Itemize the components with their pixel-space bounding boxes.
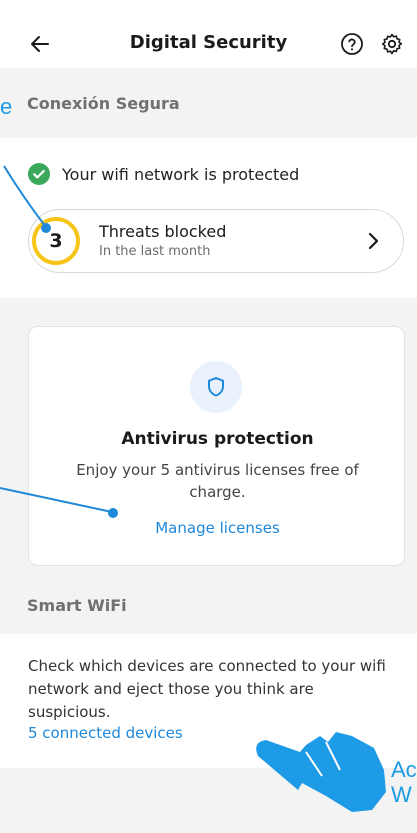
callout-text-top: e <box>0 94 13 119</box>
bottom-area <box>0 768 417 833</box>
antivirus-title: Antivirus protection <box>121 429 314 449</box>
threats-blocked-card[interactable]: 3 Threats blocked In the last month <box>28 209 404 273</box>
threats-subtitle: In the last month <box>99 244 211 259</box>
smart-wifi-title: Smart WiFi <box>27 596 127 615</box>
callout-text-bottom-2: W <box>391 782 412 807</box>
wifi-status-text: Your wifi network is protected <box>62 164 300 184</box>
shield-badge <box>190 361 242 413</box>
top-app-bar: Digital Security <box>0 0 417 68</box>
check-circle-icon <box>28 163 50 185</box>
help-button[interactable] <box>340 32 364 56</box>
connected-devices-link[interactable]: 5 connected devices <box>28 724 183 742</box>
smart-wifi-description: Check which devices are connected to you… <box>28 657 386 721</box>
chevron-right-icon <box>368 232 379 250</box>
wifi-status: Your wifi network is protected <box>28 163 299 185</box>
section-title: Conexión Segura <box>27 94 180 113</box>
threats-title: Threats blocked <box>99 222 227 241</box>
antivirus-description: Enjoy your 5 antivirus licenses free of … <box>76 461 359 501</box>
threat-count-badge: 3 <box>32 217 80 265</box>
antivirus-card: Antivirus protection Enjoy your 5 antivi… <box>28 326 405 566</box>
settings-button[interactable] <box>380 32 404 56</box>
gear-icon <box>381 33 403 55</box>
help-circle-icon <box>341 33 363 55</box>
secure-connection-header: Conexión Segura <box>0 68 417 138</box>
callout-text-bottom-1: Ac <box>391 757 417 782</box>
manage-licenses-link[interactable]: Manage licenses <box>29 519 406 537</box>
shield-icon <box>208 377 224 397</box>
